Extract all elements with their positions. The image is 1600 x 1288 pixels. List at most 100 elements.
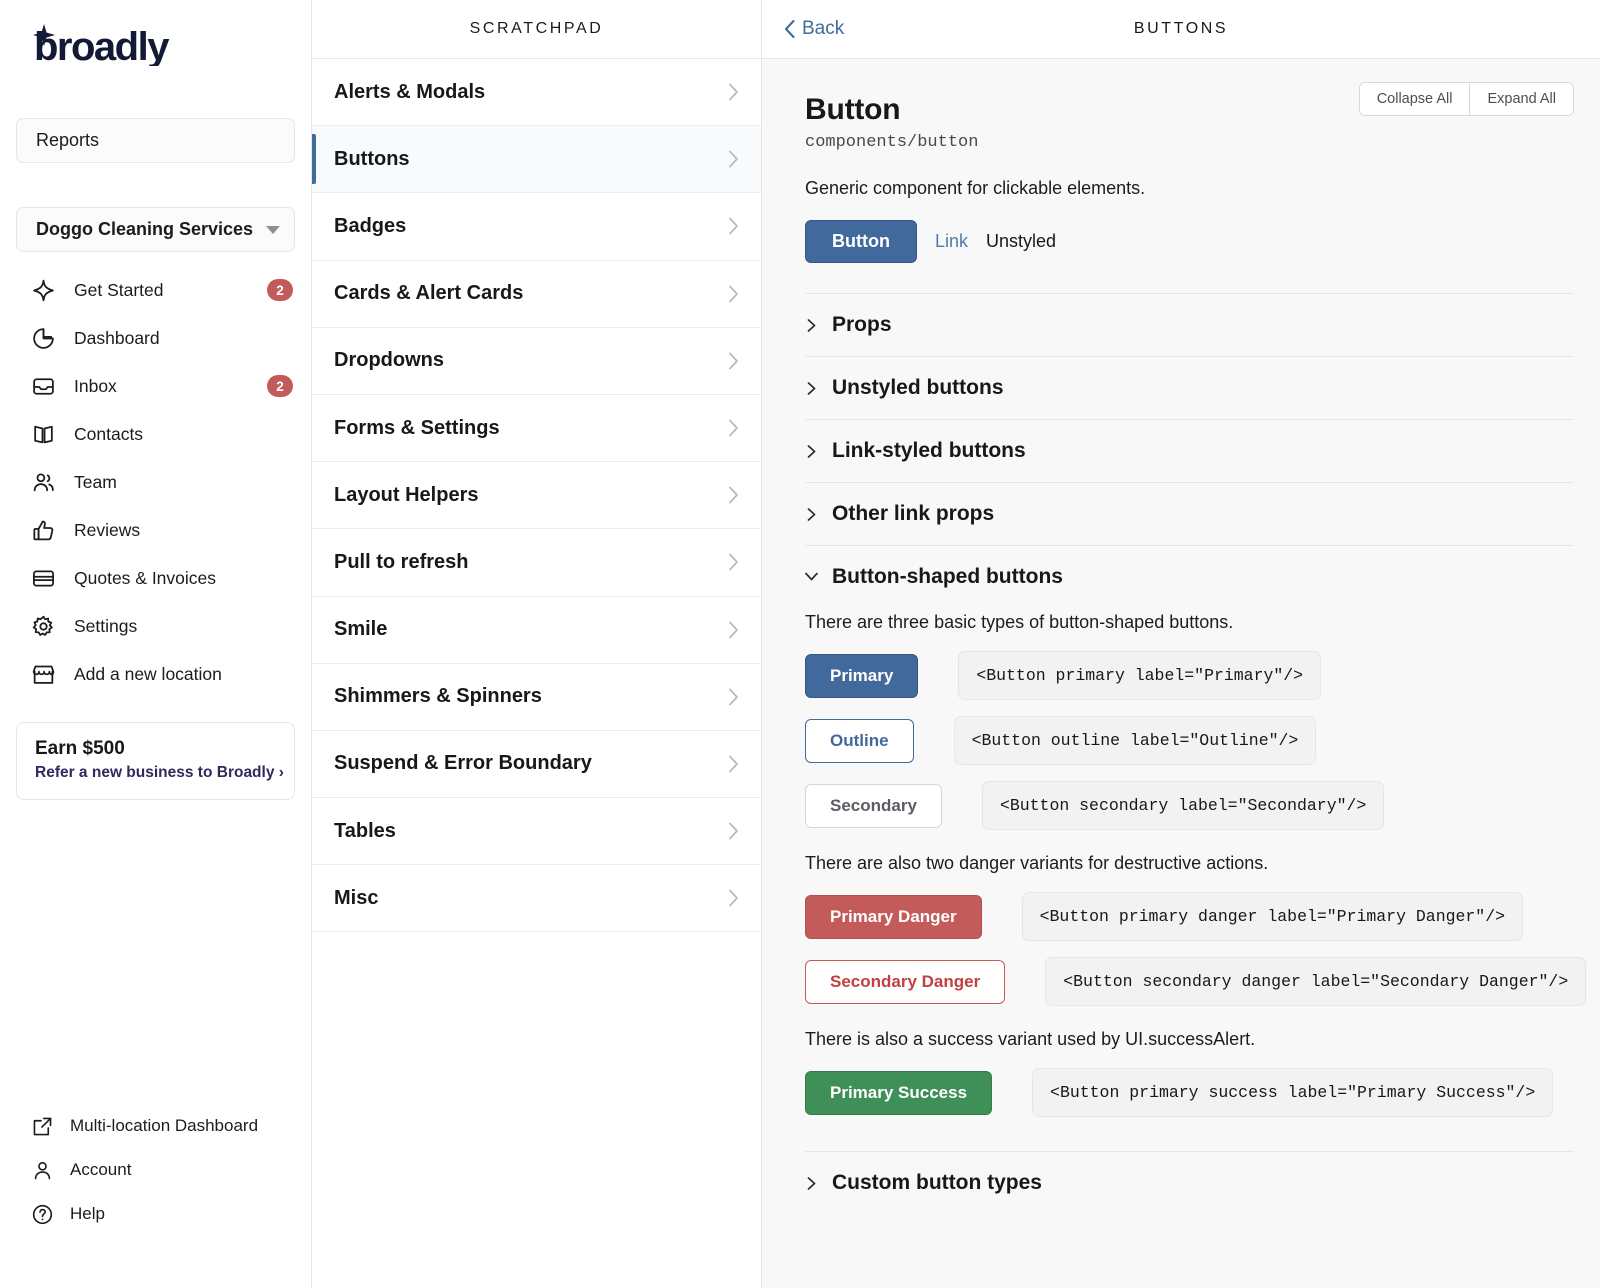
section-title: Button-shaped buttons — [832, 565, 1063, 588]
scratchpad-item-shimmers-spinners[interactable]: Shimmers & Spinners — [312, 663, 761, 731]
examples-basic: Primary <Button primary label="Primary"/>… — [805, 651, 1574, 830]
example-button-cell: Secondary Danger — [805, 957, 1006, 1006]
scratchpad-item-label: Tables — [334, 819, 396, 842]
scratchpad-item-forms-settings[interactable]: Forms & Settings — [312, 394, 761, 463]
location-selector[interactable]: Doggo Cleaning Services — [16, 207, 295, 252]
section-custom-button-types[interactable]: Custom button types — [805, 1151, 1574, 1214]
scratchpad-item-label: Shimmers & Spinners — [334, 685, 542, 708]
section-unstyled-buttons[interactable]: Unstyled buttons — [805, 356, 1574, 419]
demo-button-secondary[interactable]: Secondary — [805, 783, 942, 828]
examples-success: Primary Success <Button primary success l… — [805, 1068, 1574, 1117]
sidebar-bottom-item-account[interactable]: Account — [0, 1148, 311, 1192]
chevron-right-icon — [728, 83, 739, 101]
chevron-down-icon — [266, 225, 280, 234]
section-title: Link-styled buttons — [832, 439, 1026, 462]
collapse-all-button[interactable]: Collapse All — [1359, 83, 1470, 115]
scratchpad-item-cards-alert-cards[interactable]: Cards & Alert Cards — [312, 260, 761, 328]
reports-button[interactable]: Reports — [16, 118, 295, 163]
example-button-cell: Primary — [805, 651, 919, 700]
sidebar-item-settings[interactable]: Settings — [0, 602, 311, 650]
chevron-right-icon — [805, 444, 818, 458]
code-snippet: <Button primary danger label="Primary Da… — [1021, 892, 1524, 941]
scratchpad-item-label: Badges — [334, 214, 407, 237]
primary-nav: Get Started 2 Dashboard Inbox 2 Contacts Team R… — [0, 266, 311, 698]
chevron-right-icon — [728, 419, 739, 437]
notification-badge: 2 — [267, 375, 293, 397]
scratchpad-item-tables[interactable]: Tables — [312, 798, 761, 866]
trailing-section-list: Custom button types — [805, 1151, 1574, 1214]
sidebar-bottom-item-help[interactable]: Help — [0, 1192, 311, 1236]
expand-collapse-group: Collapse All Expand All — [1358, 82, 1574, 116]
scratchpad-item-alerts-modals[interactable]: Alerts & Modals — [312, 59, 761, 127]
example-row: Primary Danger <Button primary danger lab… — [805, 892, 1574, 941]
scratchpad-item-layout-helpers[interactable]: Layout Helpers — [312, 462, 761, 530]
example-button-cell: Secondary — [805, 781, 942, 830]
sidebar-bottom-item-multi-location-dashboard[interactable]: Multi-location Dashboard — [0, 1104, 311, 1148]
scratchpad-item-buttons[interactable]: Buttons — [312, 126, 761, 194]
section-props[interactable]: Props — [805, 293, 1574, 356]
sidebar-item-quotes-invoices[interactable]: Quotes & Invoices — [0, 554, 311, 602]
chevron-right-icon — [805, 1176, 818, 1190]
sidebar-item-inbox[interactable]: Inbox 2 — [0, 362, 311, 410]
sidebar-item-label: Reviews — [74, 519, 141, 540]
scratchpad-item-label: Smile — [334, 618, 388, 641]
scratchpad-item-pull-to-refresh[interactable]: Pull to refresh — [312, 529, 761, 597]
tab-link[interactable]: Link — [935, 231, 968, 252]
scratchpad-item-label: Suspend & Error Boundary — [334, 752, 592, 775]
sidebar-item-get-started[interactable]: Get Started 2 — [0, 266, 311, 314]
main-body: Collapse All Expand All Button component… — [762, 59, 1600, 1288]
tab-unstyled[interactable]: Unstyled — [986, 231, 1056, 252]
chevron-left-icon — [784, 20, 795, 38]
brand-logo[interactable]: broadly — [0, 0, 311, 96]
scratchpad-item-dropdowns[interactable]: Dropdowns — [312, 327, 761, 395]
pie-chart-icon — [30, 325, 56, 351]
example-button-cell: Primary Success — [805, 1068, 993, 1117]
scratchpad-item-label: Alerts & Modals — [334, 80, 486, 103]
referral-card[interactable]: Earn $500 Refer a new business to Broadl… — [16, 722, 295, 800]
scratchpad-item-badges[interactable]: Badges — [312, 193, 761, 261]
scratchpad-item-label: Pull to refresh — [334, 550, 469, 573]
sidebar-item-add-a-new-location[interactable]: Add a new location — [0, 650, 311, 698]
chevron-right-icon — [728, 688, 739, 706]
person-icon — [30, 1158, 54, 1182]
sidebar-item-reviews[interactable]: Reviews — [0, 506, 311, 554]
back-button[interactable]: Back — [784, 18, 844, 40]
gear-icon — [30, 613, 56, 639]
expand-all-button[interactable]: Expand All — [1469, 83, 1573, 115]
scratchpad-item-smile[interactable]: Smile — [312, 596, 761, 664]
code-snippet: <Button outline label="Outline"/> — [953, 716, 1317, 765]
left-sidebar: broadly Reports Doggo Cleaning Services … — [0, 0, 312, 1288]
scratchpad-item-label: Forms & Settings — [334, 416, 500, 439]
sidebar-bottom-item-label: Account — [70, 1160, 132, 1179]
scratchpad-item-label: Dropdowns — [334, 349, 444, 372]
referral-link[interactable]: Refer a new business to Broadly › — [35, 764, 284, 782]
demo-button-secondary-danger[interactable]: Secondary Danger — [805, 959, 1006, 1004]
code-snippet: <Button secondary label="Secondary"/> — [981, 781, 1385, 830]
sidebar-item-label: Get Started — [74, 279, 164, 300]
chevron-right-icon — [728, 217, 739, 235]
demo-button-primary-danger[interactable]: Primary Danger — [805, 894, 982, 939]
chevron-right-icon — [728, 553, 739, 571]
section-button-shaped-buttons-header[interactable]: Button-shaped buttons — [805, 565, 1574, 589]
question-circle-icon — [30, 1202, 54, 1226]
sidebar-item-team[interactable]: Team — [0, 458, 311, 506]
sidebar-item-dashboard[interactable]: Dashboard — [0, 314, 311, 362]
sidebar-item-contacts[interactable]: Contacts — [0, 410, 311, 458]
chevron-down-icon — [805, 568, 818, 586]
scratchpad-item-misc[interactable]: Misc — [312, 865, 761, 933]
example-button-cell: Outline — [805, 716, 914, 765]
main-panel: Back BUTTONS Collapse All Expand All But… — [762, 0, 1600, 1288]
demo-button-outline[interactable]: Outline — [805, 718, 914, 763]
scratchpad-list: Alerts & Modals Buttons Badges Cards & Aler… — [312, 59, 761, 1288]
sparkle-icon — [30, 277, 56, 303]
demo-button-primary[interactable]: Primary — [805, 653, 919, 698]
demo-button-primary-success[interactable]: Primary Success — [805, 1070, 993, 1115]
users-icon — [30, 469, 56, 495]
tab-button[interactable]: Button — [805, 220, 917, 263]
sidebar-item-label: Inbox — [74, 375, 117, 396]
section-link-styled-buttons[interactable]: Link-styled buttons — [805, 419, 1574, 482]
sidebar-bottom-item-label: Multi-location Dashboard — [70, 1116, 259, 1135]
section-other-link-props[interactable]: Other link props — [805, 482, 1574, 545]
scratchpad-item-suspend-error-boundary[interactable]: Suspend & Error Boundary — [312, 730, 761, 799]
sidebar-item-label: Quotes & Invoices — [74, 567, 217, 588]
